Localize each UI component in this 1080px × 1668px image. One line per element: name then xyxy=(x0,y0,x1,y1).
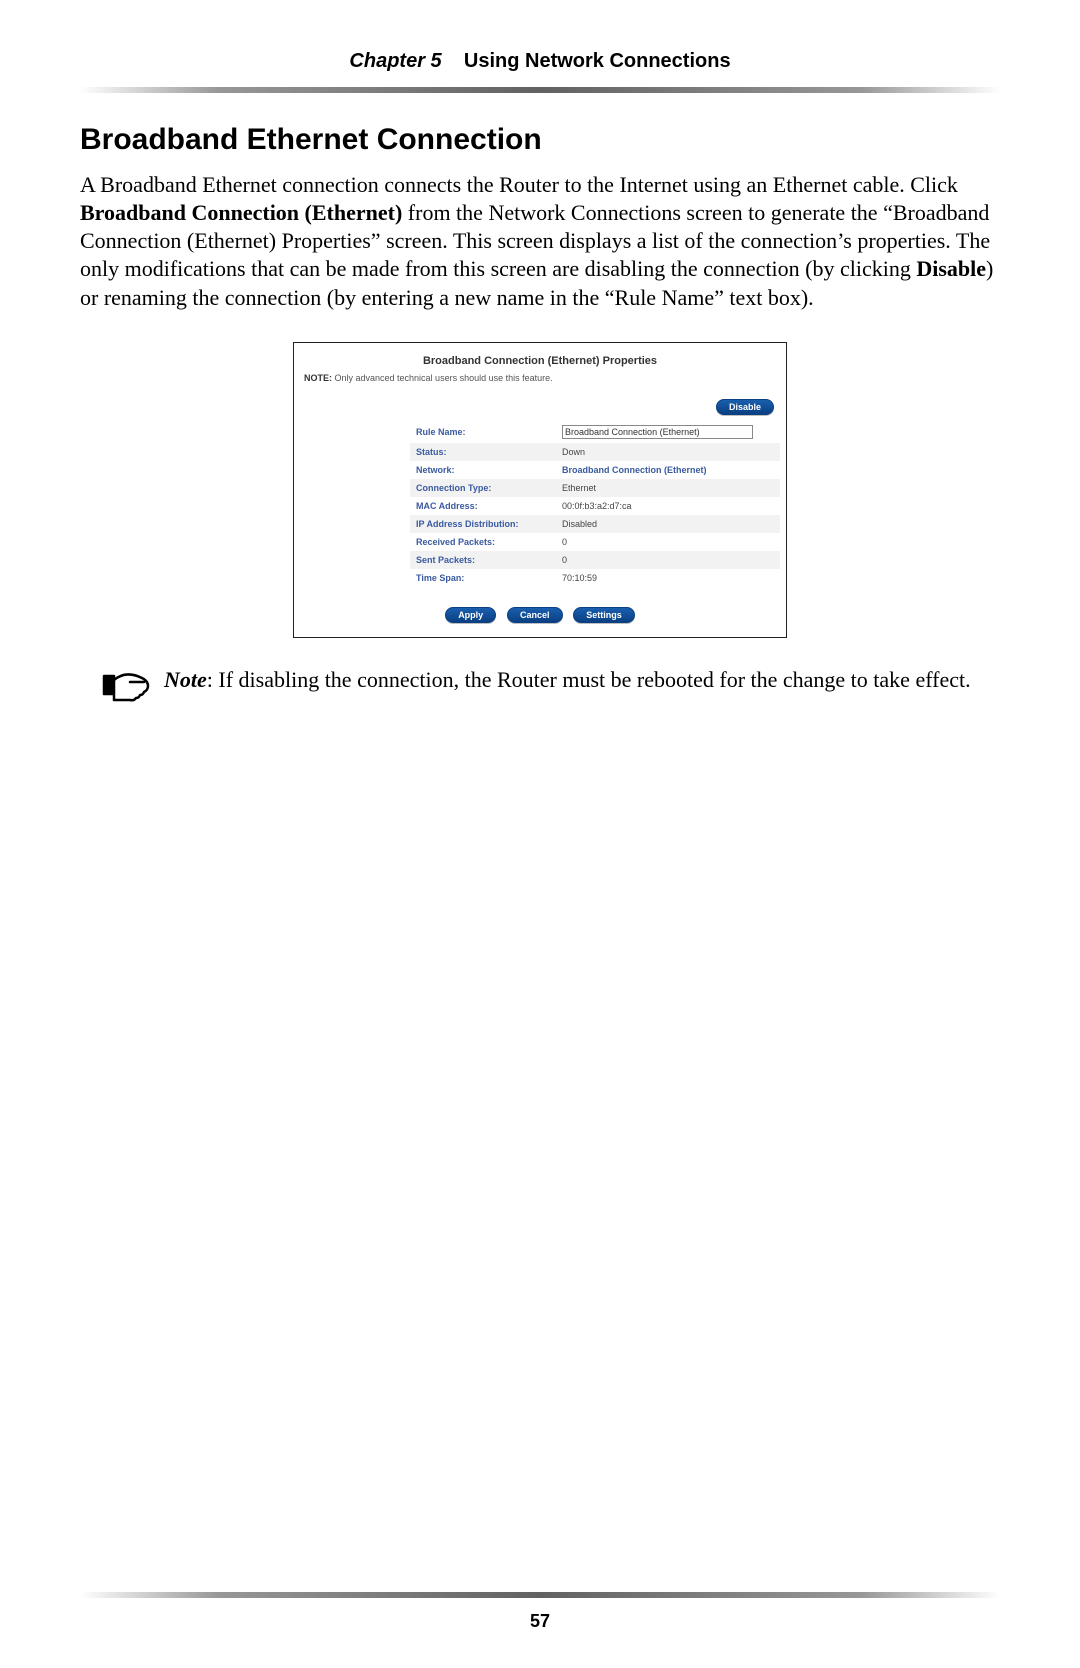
panel-actions: Apply Cancel Settings xyxy=(300,607,780,623)
panel-note-prefix: NOTE: xyxy=(304,373,332,383)
row-time-span: Time Span: 70:10:59 xyxy=(410,569,780,587)
sent-packets-value: 0 xyxy=(562,555,567,565)
received-packets-value: 0 xyxy=(562,537,567,547)
status-value: Down xyxy=(562,447,585,457)
rule-name-input[interactable] xyxy=(562,425,753,439)
row-connection-type: Connection Type: Ethernet xyxy=(410,479,780,497)
time-span-label: Time Span: xyxy=(416,573,556,583)
row-ip-distribution: IP Address Distribution: Disabled xyxy=(410,515,780,533)
received-packets-label: Received Packets: xyxy=(416,537,556,547)
panel-note: NOTE: Only advanced technical users shou… xyxy=(304,373,776,383)
para-a: A Broadband Ethernet connection connects… xyxy=(80,172,958,197)
note-body: : If disabling the connection, the Route… xyxy=(207,667,971,692)
rule-name-label: Rule Name: xyxy=(416,427,556,437)
section-title: Broadband Ethernet Connection xyxy=(80,123,1000,157)
cancel-button[interactable]: Cancel xyxy=(507,607,563,623)
row-mac: MAC Address: 00:0f:b3:a2:d7:ca xyxy=(410,497,780,515)
row-network: Network: Broadband Connection (Ethernet) xyxy=(410,461,780,479)
para-bold-2: Disable xyxy=(916,256,986,281)
section-paragraph: A Broadband Ethernet connection connects… xyxy=(80,171,1000,312)
page: Chapter 5 Using Network Connections Broa… xyxy=(0,0,1080,1668)
mac-value: 00:0f:b3:a2:d7:ca xyxy=(562,501,632,511)
page-number: 57 xyxy=(0,1611,1080,1632)
status-label: Status: xyxy=(416,447,556,457)
mac-label: MAC Address: xyxy=(416,501,556,511)
network-value[interactable]: Broadband Connection (Ethernet) xyxy=(562,465,707,475)
sent-packets-label: Sent Packets: xyxy=(416,555,556,565)
divider-top xyxy=(80,87,1000,93)
chapter-label: Chapter 5 xyxy=(349,50,441,72)
row-sent-packets: Sent Packets: 0 xyxy=(410,551,780,569)
disable-row: Disable xyxy=(410,393,780,421)
pointing-hand-icon xyxy=(100,666,152,706)
row-received-packets: Received Packets: 0 xyxy=(410,533,780,551)
network-label: Network: xyxy=(416,465,556,475)
para-bold-1: Broadband Connection (Ethernet) xyxy=(80,200,402,225)
properties-panel: Broadband Connection (Ethernet) Properti… xyxy=(293,342,787,638)
settings-button[interactable]: Settings xyxy=(573,607,635,623)
divider-bottom xyxy=(80,1592,1000,1598)
note-label: Note xyxy=(164,667,207,692)
time-span-value: 70:10:59 xyxy=(562,573,597,583)
ip-distribution-value: Disabled xyxy=(562,519,597,529)
note-block: Note: If disabling the connection, the R… xyxy=(100,666,980,706)
connection-type-label: Connection Type: xyxy=(416,483,556,493)
row-rule-name: Rule Name: xyxy=(410,421,780,443)
panel-note-text: Only advanced technical users should use… xyxy=(332,373,553,383)
chapter-header: Chapter 5 Using Network Connections xyxy=(80,50,1000,73)
apply-button[interactable]: Apply xyxy=(445,607,496,623)
properties-table: Disable Rule Name: Status: Down Network:… xyxy=(410,393,780,587)
ip-distribution-label: IP Address Distribution: xyxy=(416,519,556,529)
row-status: Status: Down xyxy=(410,443,780,461)
disable-button[interactable]: Disable xyxy=(716,399,774,415)
note-text: Note: If disabling the connection, the R… xyxy=(164,666,971,694)
panel-title: Broadband Connection (Ethernet) Properti… xyxy=(300,355,780,367)
connection-type-value: Ethernet xyxy=(562,483,596,493)
chapter-title: Using Network Connections xyxy=(464,50,731,72)
